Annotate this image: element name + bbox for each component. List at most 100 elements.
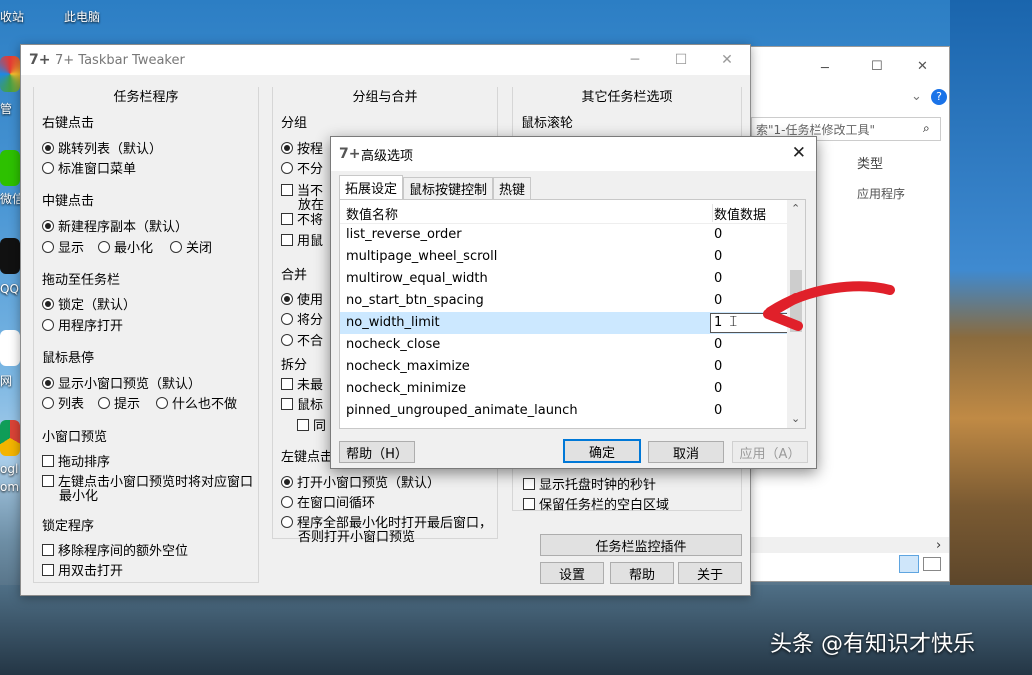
checkbox-mouse-split[interactable]: 鼠标 — [281, 394, 323, 413]
list-item[interactable]: no_start_btn_spacing 0 — [340, 290, 788, 312]
radio-cycle-windows[interactable]: 在窗口间循环 — [281, 492, 375, 511]
radio-combine-split[interactable]: 将分 — [281, 309, 323, 328]
list-item[interactable]: list_reverse_order 0 — [340, 224, 788, 246]
radio-open-with[interactable]: 用程序打开 — [42, 315, 123, 334]
close-icon[interactable]: ✕ — [917, 59, 928, 74]
column-header-name[interactable]: 数值名称 — [346, 204, 398, 223]
tab-mouse-buttons[interactable]: 鼠标按键控制 — [403, 177, 494, 199]
value-data: 0 — [714, 293, 723, 308]
radio-jumplist[interactable]: 跳转列表（默认） — [42, 138, 162, 157]
value-data: 0 — [714, 403, 723, 418]
main-titlebar: 7+ 7+ Taskbar Tweaker ─ ☐ ✕ — [21, 45, 750, 75]
taskbar-inspector-button[interactable]: 任务栏监控插件 — [540, 534, 742, 556]
minimize-icon[interactable]: ─ — [821, 61, 829, 76]
section-label: 分组 — [281, 116, 308, 131]
value-data: 0 — [714, 227, 723, 242]
radio-nothing[interactable]: 什么也不做 — [156, 393, 237, 412]
search-icon: ⌕ — [923, 121, 930, 135]
chrome-icon[interactable] — [0, 420, 20, 456]
window-title: 7+ Taskbar Tweaker — [55, 52, 185, 68]
radio-group-by[interactable]: 按程 — [281, 138, 323, 157]
app-manager-icon[interactable] — [0, 56, 20, 92]
wechat-icon[interactable] — [0, 150, 20, 186]
list-item[interactable]: no_width_limit 1 — [340, 312, 792, 334]
list-item[interactable]: nocheck_maximize 0 — [340, 356, 788, 378]
help-button[interactable]: 帮助 — [610, 562, 674, 584]
desktop-label-1: 管 — [0, 102, 13, 116]
apply-button[interactable]: 应用（A） — [732, 441, 808, 463]
desktop-icon-this-pc-label[interactable]: 此电脑 — [64, 8, 100, 25]
column-header-value[interactable]: 数值数据 — [714, 204, 766, 223]
desktop-icon-recycle-label[interactable]: 收站 — [0, 8, 24, 25]
close-button[interactable]: ✕ — [704, 45, 750, 75]
dialog-title: 高级选项 — [361, 148, 414, 164]
checkbox-clock-seconds[interactable]: 显示托盘时钟的秒针 — [523, 474, 656, 493]
column-header-type[interactable]: 类型 — [857, 153, 883, 172]
dialog-titlebar: 7+ 高级选项 ✕ — [331, 137, 816, 171]
radio-no-group[interactable]: 不分 — [281, 158, 323, 177]
scroll-down-icon[interactable]: ⌄ — [791, 412, 800, 425]
checkbox-no[interactable]: 不将 — [281, 209, 323, 228]
checkbox-double-click[interactable]: 用双击打开 — [42, 560, 123, 579]
checkbox-same[interactable]: 同 — [297, 415, 326, 434]
radio-minimize[interactable]: 最小化 — [98, 237, 153, 256]
value-data: 0 — [714, 337, 723, 352]
taskbar-programs-group: 任务栏程序 右键点击 跳转列表（默认） 标准窗口菜单 中键点击 新建程序副本（默… — [33, 86, 259, 583]
radio-show[interactable]: 显示 — [42, 237, 84, 256]
details-view-icon[interactable] — [899, 555, 919, 573]
list-item[interactable]: multirow_equal_width 0 — [340, 268, 788, 290]
text-cursor-icon: 𝙸 — [728, 312, 739, 330]
chevron-down-icon[interactable]: ⌄ — [911, 89, 922, 104]
value-name: multipage_wheel_scroll — [346, 249, 498, 264]
scroll-right-icon[interactable]: › — [936, 538, 941, 553]
about-button[interactable]: 关于 — [678, 562, 742, 584]
radio-close[interactable]: 关闭 — [170, 237, 212, 256]
minimize-button[interactable]: ─ — [612, 45, 658, 75]
checkbox-drag-sort[interactable]: 拖动排序 — [42, 451, 110, 470]
value-name: nocheck_minimize — [346, 381, 466, 396]
radio-no-combine[interactable]: 不合 — [281, 330, 323, 349]
cancel-button[interactable]: 取消 — [648, 441, 724, 463]
netdisk-icon[interactable] — [0, 330, 20, 366]
watermark: 头条 @有知识才快乐 — [770, 632, 975, 657]
desktop-wallpaper-cliff — [950, 0, 1032, 675]
tab-hotkeys[interactable]: 热键 — [493, 177, 532, 199]
checkbox-keep-space[interactable]: 保留任务栏的空白区域 — [523, 494, 669, 513]
desktop-label-3: QQ — [0, 282, 19, 296]
help-icon[interactable]: ? — [931, 89, 947, 105]
checkbox-remove-spacing[interactable]: 移除程序间的额外空位 — [42, 540, 188, 559]
list-item[interactable]: pinned_ungrouped_animate_launch 0 — [340, 400, 788, 422]
radio-thumbnail[interactable]: 显示小窗口预览（默认） — [42, 373, 201, 392]
value-name: nocheck_maximize — [346, 359, 470, 374]
help-h-button[interactable]: 帮助（H） — [339, 441, 415, 463]
list-item[interactable]: nocheck_minimize 0 — [340, 378, 788, 400]
list-header: 数值名称 数值数据 — [340, 200, 788, 224]
horizontal-scrollbar[interactable] — [751, 537, 949, 553]
value-data: 0 — [714, 249, 723, 264]
section-label: 鼠标滚轮 — [521, 116, 574, 131]
list-item[interactable]: nocheck_close 0 — [340, 334, 788, 356]
group-title: 分组与合并 — [273, 86, 497, 105]
radio-open-thumbnail[interactable]: 打开小窗口预览（默认） — [281, 472, 440, 491]
ok-button[interactable]: 确定 — [563, 439, 641, 463]
checkbox-mouse[interactable]: 用鼠 — [281, 230, 323, 249]
radio-pin[interactable]: 锁定（默认） — [42, 294, 136, 313]
radio-new-instance[interactable]: 新建程序副本（默认） — [42, 216, 188, 235]
option-label-cont: 否则打开小窗口预览 — [298, 530, 416, 545]
settings-button[interactable]: 设置 — [540, 562, 604, 584]
app-logo-icon: 7+ — [339, 146, 361, 162]
checkbox-unminimized[interactable]: 未最 — [281, 374, 323, 393]
radio-use[interactable]: 使用 — [281, 289, 323, 308]
qq-icon[interactable] — [0, 238, 20, 274]
scroll-up-icon[interactable]: ⌃ — [791, 202, 800, 215]
close-icon[interactable]: ✕ — [792, 143, 806, 163]
list-item[interactable]: multipage_wheel_scroll 0 — [340, 246, 788, 268]
section-label: 小窗口预览 — [42, 430, 108, 445]
maximize-button[interactable]: ☐ — [658, 45, 704, 75]
maximize-icon[interactable]: ☐ — [871, 59, 883, 74]
radio-window-menu[interactable]: 标准窗口菜单 — [42, 158, 136, 177]
radio-list[interactable]: 列表 — [42, 393, 84, 412]
large-icons-view-icon[interactable] — [923, 557, 941, 571]
radio-tooltip[interactable]: 提示 — [98, 393, 140, 412]
tab-extended[interactable]: 拓展设定 — [339, 175, 404, 199]
